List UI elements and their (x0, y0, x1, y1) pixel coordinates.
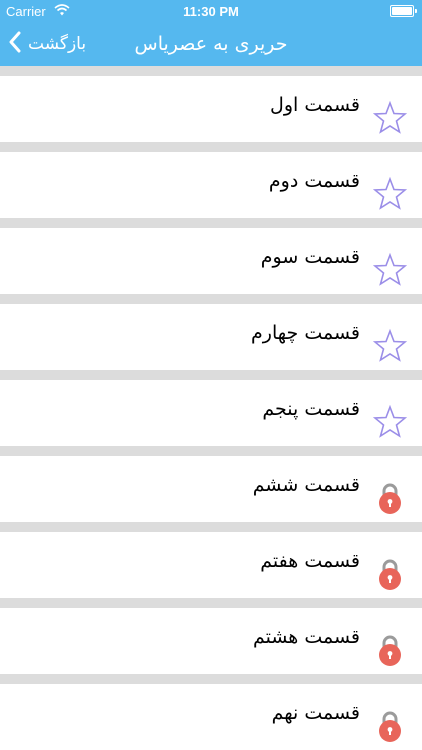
episode-row[interactable]: قسمت دوم (0, 152, 422, 218)
star-icon (372, 176, 408, 212)
episode-title: قسمت اول (270, 94, 360, 116)
navigation-bar: بازگشت حریری به عصریاس (0, 22, 422, 66)
episode-title: قسمت ششم (252, 474, 360, 496)
star-icon (372, 328, 408, 364)
status-time: 11:30 PM (183, 4, 239, 19)
episode-row[interactable]: قسمت اول (0, 76, 422, 142)
chevron-left-icon (8, 31, 22, 57)
episode-title: قسمت سوم (260, 246, 360, 268)
star-icon (372, 252, 408, 288)
episode-row[interactable]: قسمت پنجم (0, 380, 422, 446)
episode-row[interactable]: قسمت ششم (0, 456, 422, 522)
episode-row[interactable]: قسمت هفتم (0, 532, 422, 598)
episode-row[interactable]: قسمت چهارم (0, 304, 422, 370)
episode-title: قسمت هفتم (260, 550, 360, 572)
lock-icon (372, 708, 408, 744)
episode-title: قسمت چهارم (251, 322, 360, 344)
lock-icon (372, 556, 408, 592)
lock-icon (372, 632, 408, 668)
battery-icon (390, 5, 417, 17)
episode-row[interactable]: قسمت هشتم (0, 608, 422, 674)
status-bar: Carrier 11:30 PM (0, 0, 422, 22)
lock-icon (372, 480, 408, 516)
page-title: حریری به عصریاس (134, 33, 288, 55)
episode-title: قسمت هشتم (252, 626, 360, 648)
episode-title: قسمت دوم (268, 170, 360, 192)
episode-row[interactable]: قسمت سوم (0, 228, 422, 294)
episode-title: قسمت نهم (271, 702, 360, 724)
episode-row[interactable]: قسمت نهم (0, 684, 422, 750)
star-icon (372, 404, 408, 440)
star-icon (372, 100, 408, 136)
episode-title: قسمت پنجم (262, 398, 360, 420)
